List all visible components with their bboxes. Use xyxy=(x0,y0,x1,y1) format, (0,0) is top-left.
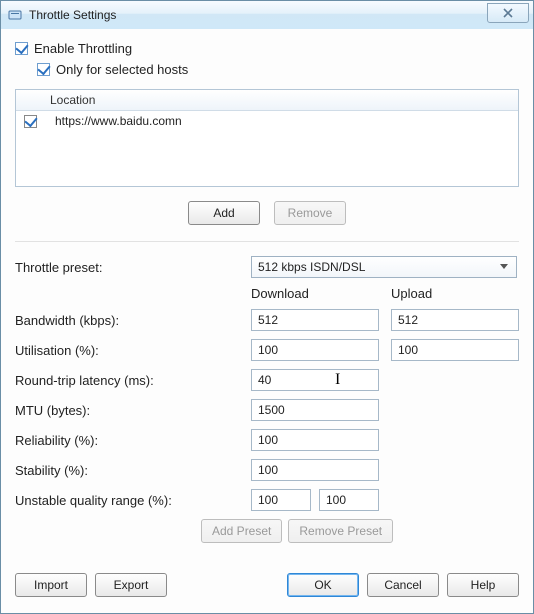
mtu-row: MTU (bytes): 1500 xyxy=(15,399,519,421)
stability-label: Stability (%): xyxy=(15,463,251,478)
ok-button[interactable]: OK xyxy=(287,573,359,597)
unstable-range-from-field[interactable]: 100 xyxy=(251,489,311,511)
chevron-down-icon xyxy=(496,259,512,275)
content-area: Enable Throttling Only for selected host… xyxy=(1,29,533,613)
reliability-field[interactable]: 100 xyxy=(251,429,379,451)
mtu-label: MTU (bytes): xyxy=(15,403,251,418)
bandwidth-download-field[interactable]: 512 xyxy=(251,309,379,331)
add-button[interactable]: Add xyxy=(188,201,260,225)
bandwidth-upload-field[interactable]: 512 xyxy=(391,309,519,331)
latency-row: Round-trip latency (ms): 40 I xyxy=(15,369,519,391)
mtu-field[interactable]: 1500 xyxy=(251,399,379,421)
hosts-list-row[interactable]: https://www.baidu.comn xyxy=(16,111,518,131)
latency-label: Round-trip latency (ms): xyxy=(15,373,251,388)
add-preset-button[interactable]: Add Preset xyxy=(201,519,282,543)
divider xyxy=(15,241,519,242)
bottom-bar: Import Export OK Cancel Help xyxy=(15,573,519,597)
hosts-list-header-location: Location xyxy=(50,93,95,107)
unstable-range-row: Unstable quality range (%): 100 100 xyxy=(15,489,519,511)
preset-row: Throttle preset: 512 kbps ISDN/DSL xyxy=(15,256,519,278)
bandwidth-label: Bandwidth (kbps): xyxy=(15,313,251,328)
hosts-list-header: Location xyxy=(16,90,518,111)
titlebar: Throttle Settings xyxy=(1,1,533,30)
download-header: Download xyxy=(251,286,379,301)
unstable-range-label: Unstable quality range (%): xyxy=(15,493,251,508)
unstable-range-to-field[interactable]: 100 xyxy=(319,489,379,511)
preset-dropdown[interactable]: 512 kbps ISDN/DSL xyxy=(251,256,517,278)
bandwidth-row: Bandwidth (kbps): 512 512 xyxy=(15,309,519,331)
only-hosts-label: Only for selected hosts xyxy=(56,62,188,77)
hosts-list[interactable]: Location https://www.baidu.comn xyxy=(15,89,519,187)
app-icon xyxy=(7,7,23,23)
preset-label: Throttle preset: xyxy=(15,260,251,275)
utilisation-row: Utilisation (%): 100 100 xyxy=(15,339,519,361)
throttle-settings-window: Throttle Settings Enable Throttling Only… xyxy=(0,0,534,614)
import-button[interactable]: Import xyxy=(15,573,87,597)
utilisation-label: Utilisation (%): xyxy=(15,343,251,358)
cancel-button[interactable]: Cancel xyxy=(367,573,439,597)
only-hosts-row: Only for selected hosts xyxy=(37,62,519,77)
utilisation-download-field[interactable]: 100 xyxy=(251,339,379,361)
stability-row: Stability (%): 100 xyxy=(15,459,519,481)
reliability-row: Reliability (%): 100 xyxy=(15,429,519,451)
window-title: Throttle Settings xyxy=(29,8,116,22)
column-headers: Download Upload xyxy=(15,286,519,301)
preset-value: 512 kbps ISDN/DSL xyxy=(258,260,365,274)
upload-header: Upload xyxy=(391,286,519,301)
host-row-checkbox[interactable] xyxy=(24,115,37,128)
preset-buttons: Add Preset Remove Preset xyxy=(15,519,519,543)
utilisation-upload-field[interactable]: 100 xyxy=(391,339,519,361)
help-button[interactable]: Help xyxy=(447,573,519,597)
enable-throttling-checkbox[interactable] xyxy=(15,42,28,55)
reliability-label: Reliability (%): xyxy=(15,433,251,448)
enable-throttling-row: Enable Throttling xyxy=(15,41,519,56)
close-button[interactable] xyxy=(487,3,529,23)
stability-field[interactable]: 100 xyxy=(251,459,379,481)
remove-button[interactable]: Remove xyxy=(274,201,346,225)
export-button[interactable]: Export xyxy=(95,573,167,597)
enable-throttling-label: Enable Throttling xyxy=(34,41,132,56)
remove-preset-button[interactable]: Remove Preset xyxy=(288,519,393,543)
hosts-buttons: Add Remove xyxy=(15,201,519,225)
latency-field[interactable]: 40 xyxy=(251,369,379,391)
host-row-location: https://www.baidu.comn xyxy=(55,114,182,128)
only-hosts-checkbox[interactable] xyxy=(37,63,50,76)
